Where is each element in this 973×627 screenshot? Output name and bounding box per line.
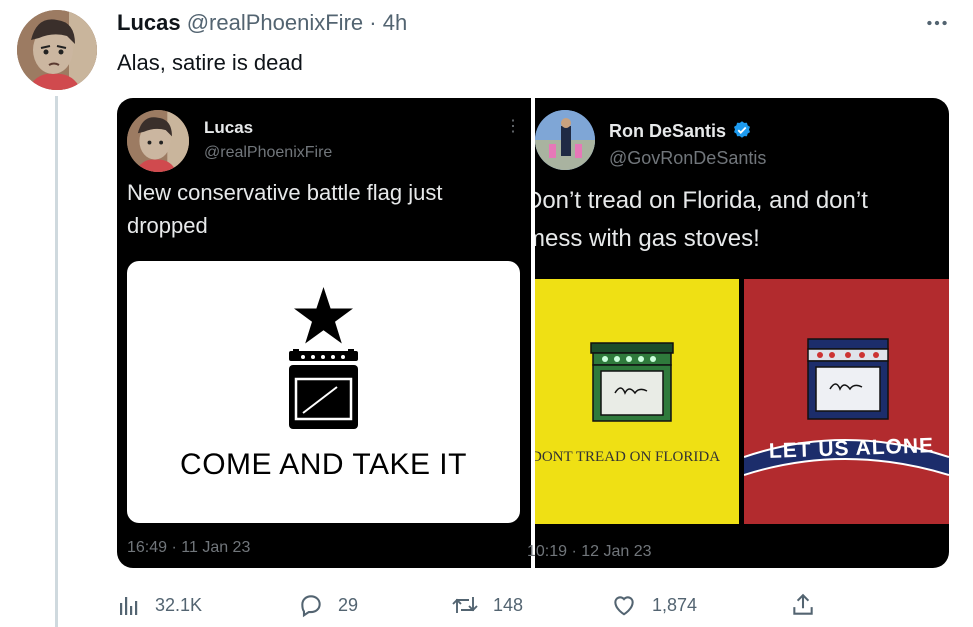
- left-post-author-handle: @realPhoenixFire: [204, 144, 333, 161]
- reply-button[interactable]: 29: [298, 590, 358, 620]
- dont-tread-on-florida-flag: DONT TREAD ON FLORIDA: [535, 279, 739, 524]
- left-post-text: New conservative battle flag just droppe…: [127, 180, 443, 238]
- share-button[interactable]: [790, 590, 830, 620]
- left-post-more-icon: ⋮: [505, 118, 521, 135]
- retweet-icon: [452, 597, 478, 613]
- author-avatar[interactable]: [17, 10, 97, 90]
- blue-stove-icon: [807, 338, 889, 420]
- right-post-author-name: Ron DeSantis: [609, 121, 727, 141]
- star-icon: [294, 287, 353, 344]
- reply-count: 29: [338, 594, 359, 615]
- tweet-text: Alas, satire is dead: [117, 50, 303, 75]
- share-icon: [793, 593, 813, 615]
- let-us-alone-flag: LET US ALONE: [744, 279, 949, 524]
- header-separator: ·: [369, 10, 377, 35]
- yellow-flag-caption: DONT TREAD ON FLORIDA: [535, 449, 721, 465]
- views-count: 32.1K: [155, 594, 203, 615]
- right-post-author-name-row: Ron DeSantis: [609, 120, 752, 142]
- left-post-timestamp: 16:49 · 11 Jan 23: [127, 539, 251, 556]
- stove-icon: [289, 349, 358, 429]
- views-button[interactable]: 32.1K: [117, 590, 202, 620]
- more-options-button[interactable]: [920, 10, 954, 38]
- right-post-text-line-1: Don’t tread on Florida, and don’t: [535, 187, 868, 214]
- thread-line: [55, 96, 58, 627]
- right-post-text-line-2: mess with gas stoves!: [535, 225, 760, 252]
- like-button[interactable]: 1,874: [610, 590, 697, 620]
- right-post-timestamp: 10:19 · 12 Jan 23: [527, 543, 652, 560]
- tweet-media[interactable]: Lucas @realPhoenixFire ⋮ New conservativ…: [117, 98, 949, 568]
- come-and-take-it-flag: COME AND TAKE IT: [127, 261, 520, 523]
- verified-badge-icon: [734, 121, 751, 138]
- author-handle[interactable]: @realPhoenixFire: [187, 10, 363, 35]
- tweet-time[interactable]: 4h: [383, 10, 407, 35]
- like-count: 1,874: [652, 594, 698, 615]
- analytics-icon: [120, 597, 138, 615]
- heart-icon: [614, 596, 634, 616]
- left-post-avatar: [127, 110, 189, 172]
- green-stove-icon: [590, 342, 674, 422]
- more-horizontal-icon: [927, 20, 947, 26]
- right-post-text: Don’t tread on Florida, and don’t mess w…: [535, 182, 949, 262]
- left-flag-caption: COME AND TAKE IT: [180, 448, 467, 481]
- retweet-button[interactable]: 148: [451, 590, 523, 620]
- reply-icon: [301, 595, 321, 618]
- left-post-author-name: Lucas: [204, 118, 254, 137]
- right-post-avatar: [535, 110, 595, 170]
- author-name[interactable]: Lucas: [117, 10, 181, 35]
- right-post-author-handle: @GovRonDeSantis: [609, 148, 767, 168]
- retweet-count: 148: [493, 594, 524, 615]
- tweet-header: Lucas @realPhoenixFire · 4h: [117, 10, 407, 36]
